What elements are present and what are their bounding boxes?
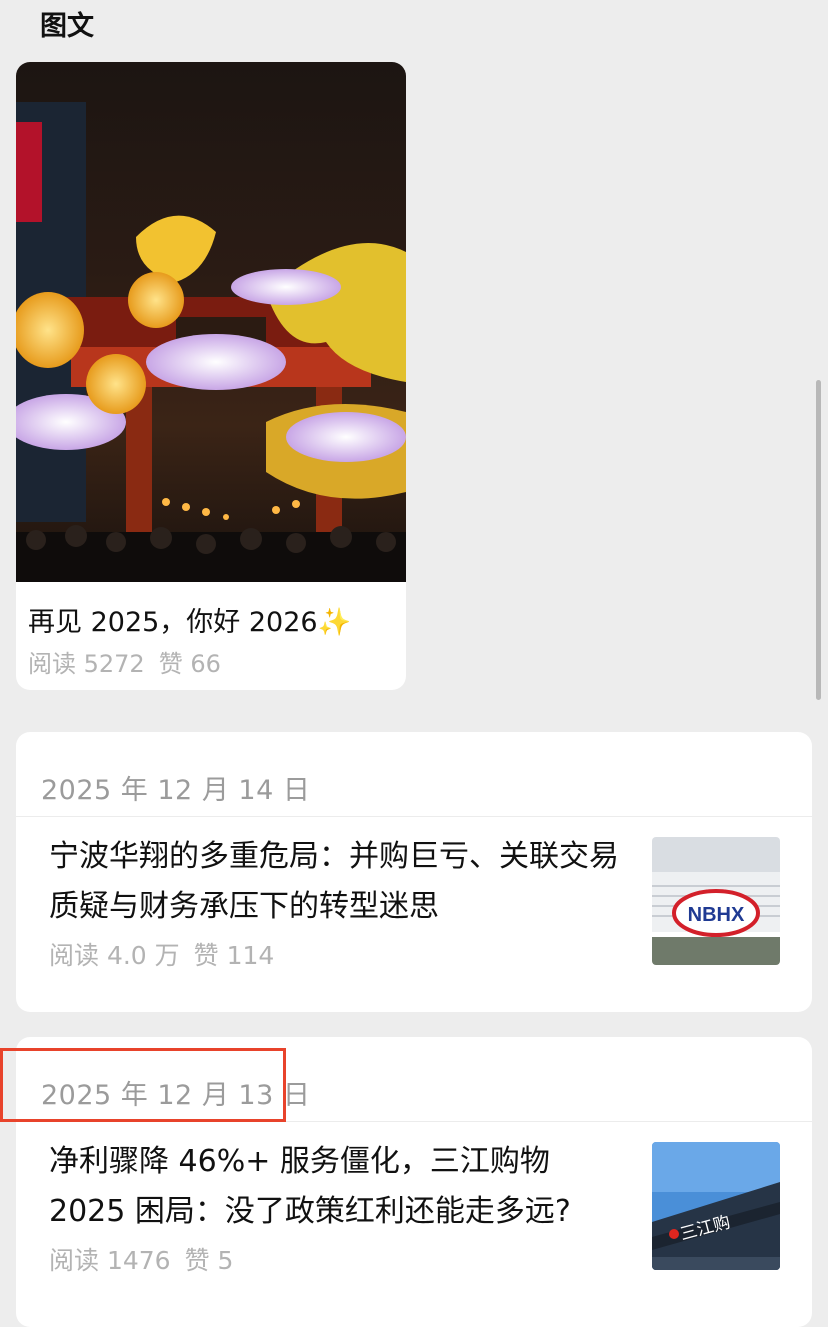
featured-article-stats: 阅读 5272 赞 66 — [28, 644, 221, 679]
article-title[interactable]: 净利骤降 46%+ 服务僵化，三江购物 2025 困局：没了政策红利还能走多远? — [49, 1137, 634, 1237]
article-thumbnail[interactable]: 三江购 — [652, 1142, 780, 1270]
lantern-festival-image — [16, 62, 406, 582]
featured-article-title: 再见 2025，你好 2026✨ — [28, 607, 352, 638]
article-stats: 阅读 4.0 万赞 114 — [49, 936, 274, 972]
logo-text: NBHX — [688, 904, 745, 926]
featured-article-card[interactable]: 再见 2025，你好 2026✨ 阅读 5272 赞 66 — [16, 62, 406, 690]
article-day-card: 2025 年 12 月 14 日 宁波华翔的多重危局：并购巨亏、关联交易质疑与财… — [16, 732, 812, 1012]
divider — [16, 816, 812, 817]
like-count: 赞 5 — [184, 1246, 234, 1275]
scrollbar[interactable] — [816, 380, 821, 700]
read-count: 阅读 1476 — [49, 1246, 171, 1275]
read-count: 阅读 5272 — [28, 650, 145, 678]
date-highlight-box — [0, 1048, 286, 1122]
article-thumbnail[interactable]: NBHX — [652, 837, 780, 965]
like-count: 赞 114 — [193, 941, 275, 970]
like-count: 赞 66 — [158, 650, 221, 678]
article-stats: 阅读 1476 赞 5 — [49, 1241, 233, 1277]
date-label: 2025 年 12 月 14 日 — [41, 775, 311, 806]
article-title[interactable]: 宁波华翔的多重危局：并购巨亏、关联交易质疑与财务承压下的转型迷思 — [49, 832, 634, 932]
section-title: 图文 — [40, 11, 94, 42]
read-count: 阅读 4.0 万 — [49, 941, 180, 970]
